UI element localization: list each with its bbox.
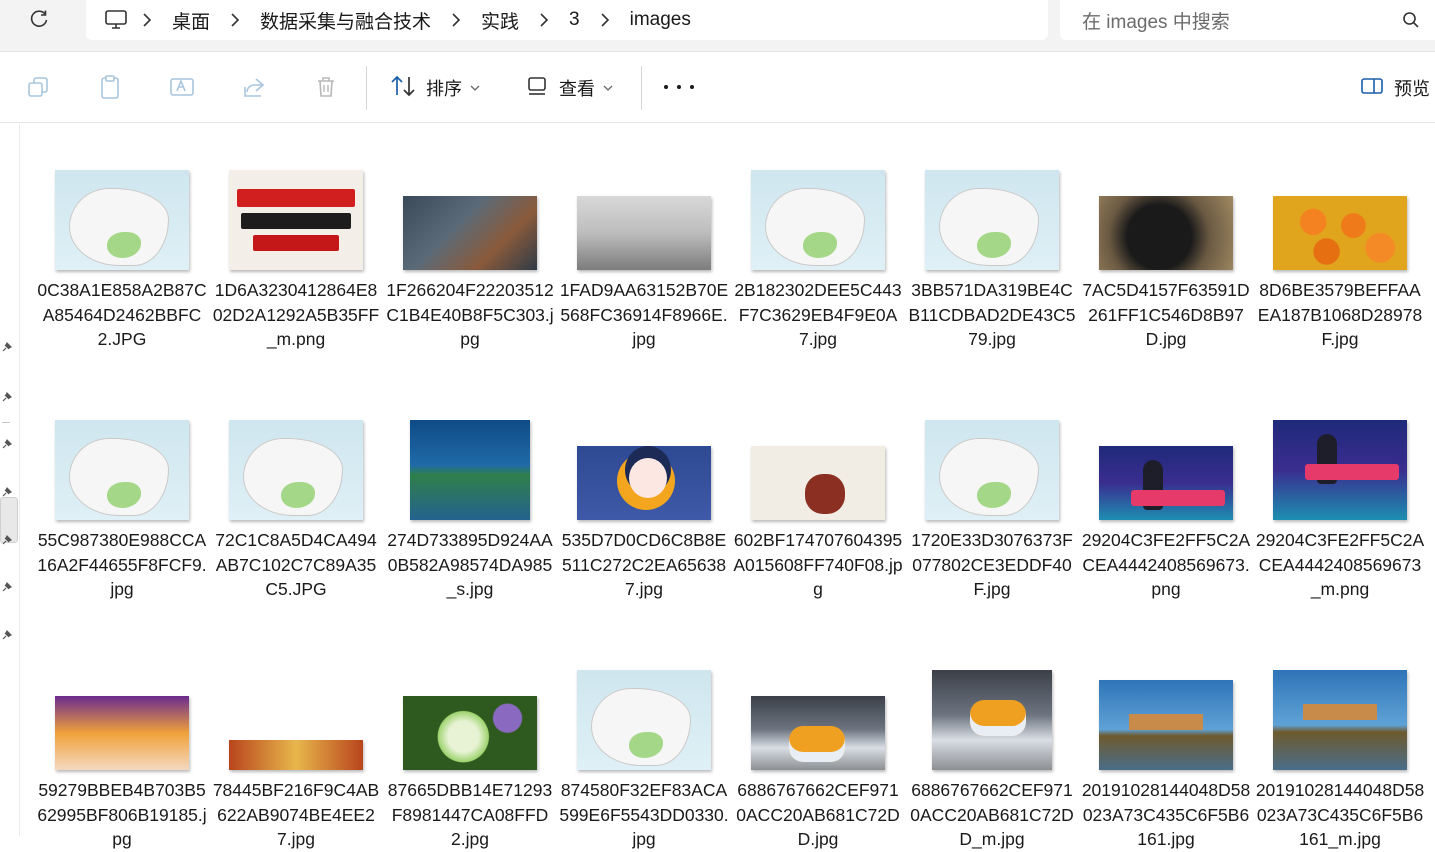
file-name: 1FAD9AA63152B70E568FC36914F8966E.jpg: [559, 280, 729, 349]
chevron-right-icon[interactable]: [136, 9, 158, 31]
file-name: 1720E33D3076373F077802CE3EDDF40F.jpg: [911, 530, 1073, 599]
command-separator: [366, 66, 367, 110]
view-button[interactable]: 查看: [527, 70, 613, 106]
monitor-icon[interactable]: [102, 6, 130, 34]
chevron-right-icon[interactable]: [224, 9, 246, 31]
file-name: 274D733895D924AA0B582A98574DA985_s.jpg: [387, 530, 553, 599]
chevron-down-icon: [470, 83, 480, 93]
chevron-down-icon: [603, 83, 613, 93]
file-name: 59279BBEB4B703B562995BF806B19185.jpg: [37, 780, 207, 849]
search-input[interactable]: 在 images 中搜索: [1082, 7, 1399, 34]
file-name: 20191028144048D58023A73C435C6F5B6161_m.j…: [1255, 780, 1425, 849]
file-name: 2B182302DEE5C443F7C3629EB4F9E0A7.jpg: [734, 280, 902, 349]
file-thumbnail: [1099, 196, 1233, 270]
file-name: 1F266204F22203512C1B4E40B8F5C303.jpg: [386, 280, 554, 349]
search-icon[interactable]: [1399, 8, 1423, 32]
file-name: 20191028144048D58023A73C435C6F5B6161.jpg: [1081, 780, 1251, 849]
file-name: 6886767662CEF9710ACC20AB681C72DD_m.jpg: [910, 780, 1074, 849]
file-name: 7AC5D4157F63591D261FF1C546D8B97D.jpg: [1082, 280, 1250, 349]
preview-label: 预览: [1394, 79, 1430, 99]
more-dots-icon[interactable]: [664, 77, 694, 97]
file-name: 72C1C8A5D4CA494AB7C102C7C89A35C5.JPG: [215, 530, 377, 599]
file-thumbnail: [55, 696, 189, 770]
rename-icon[interactable]: [168, 73, 196, 101]
file-name: 78445BF216F9C4AB622AB9074BE4EE27.jpg: [212, 780, 380, 849]
file-name: 3BB571DA319BE4CB11CDBAD2DE43C579.jpg: [908, 280, 1076, 349]
file-thumbnail: [577, 446, 711, 520]
breadcrumb-desktop[interactable]: 桌面: [164, 7, 218, 34]
file-name: 535D7D0CD6C8B8E511C272C2EA656387.jpg: [561, 530, 727, 599]
address-box[interactable]: 桌面 数据采集与融合技术 实践 3 images: [86, 0, 1048, 40]
breadcrumb-images[interactable]: images: [622, 9, 699, 31]
file-thumbnail: [751, 696, 885, 770]
trash-icon[interactable]: [312, 73, 340, 101]
file-name: 29204C3FE2FF5C2ACEA4442408569673.png: [1081, 530, 1251, 599]
file-thumbnail: [577, 196, 711, 270]
copy-icon[interactable]: [24, 73, 52, 101]
file-thumbnail: [1273, 420, 1407, 520]
chevron-right-icon[interactable]: [533, 9, 555, 31]
file-thumbnail: [577, 670, 711, 770]
file-thumbnail: [229, 420, 363, 520]
file-thumbnail: [1273, 196, 1407, 270]
file-thumbnail: [55, 420, 189, 520]
preview-button[interactable]: 预览: [1360, 70, 1430, 106]
share-icon[interactable]: [240, 73, 268, 101]
file-grid: 0C38A1E858A2B87CA85464D2462BBFC2.JPG 1D6…: [0, 124, 1435, 849]
file-thumbnail: [410, 420, 530, 520]
file-thumbnail: [925, 420, 1059, 520]
file-thumbnail: [229, 170, 363, 270]
sort-arrows-icon: [390, 74, 416, 103]
paste-icon[interactable]: [96, 73, 124, 101]
view-label: 查看: [559, 79, 595, 99]
chevron-right-icon[interactable]: [594, 9, 616, 31]
breadcrumb-course-folder[interactable]: 数据采集与融合技术: [252, 7, 439, 34]
address-bar-row: 桌面 数据采集与融合技术 实践 3 images 在 images 中搜索: [0, 0, 1435, 52]
file-thumbnail: [1273, 670, 1407, 770]
chevron-right-icon[interactable]: [445, 9, 467, 31]
sort-button[interactable]: 排序: [390, 70, 480, 106]
breadcrumb-practice[interactable]: 实践: [473, 7, 527, 34]
preview-pane-icon: [1360, 76, 1384, 101]
view-icon: [527, 75, 549, 102]
breadcrumb-3[interactable]: 3: [561, 9, 588, 31]
file-thumbnail: [751, 170, 885, 270]
file-name: 29204C3FE2FF5C2ACEA4442408569673_m.png: [1255, 530, 1425, 599]
file-name: 0C38A1E858A2B87CA85464D2462BBFC2.JPG: [37, 280, 207, 349]
file-thumbnail: [925, 170, 1059, 270]
refresh-icon: [28, 8, 50, 35]
file-thumbnail: [55, 170, 189, 270]
command-separator: [641, 66, 642, 110]
file-name: 8D6BE3579BEFFAAEA187B1068D28978F.jpg: [1257, 280, 1423, 349]
file-name: 6886767662CEF9710ACC20AB681C72DD.jpg: [736, 780, 900, 849]
file-thumbnail: [1099, 680, 1233, 770]
sort-label: 排序: [426, 79, 462, 99]
file-thumbnail: [403, 696, 537, 770]
search-box[interactable]: 在 images 中搜索: [1060, 0, 1435, 40]
command-bar: 排序 查看 预览: [0, 53, 1435, 123]
file-thumbnail: [751, 446, 885, 520]
file-thumbnail: [403, 196, 537, 270]
file-name: 87665DBB14E71293F8981447CA08FFD2.jpg: [387, 780, 553, 849]
file-name: 1D6A3230412864E802D2A1292A5B35FF_m.png: [212, 280, 380, 349]
file-name: 602BF174707604395A015608FF740F08.jpg: [733, 530, 903, 599]
file-thumbnail: [932, 670, 1052, 770]
file-name: 55C987380E988CCA16A2F44655F8FCF9.jpg: [37, 530, 207, 599]
file-name: 874580F32EF83ACA599E6F5543DD0330.jpg: [559, 780, 729, 849]
file-thumbnail: [229, 740, 363, 770]
refresh-button[interactable]: [22, 4, 56, 38]
file-thumbnail: [1099, 446, 1233, 520]
